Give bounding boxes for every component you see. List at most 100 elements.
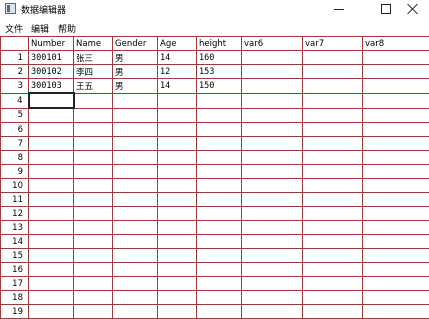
- cell-number[interactable]: [29, 249, 74, 263]
- cell-name[interactable]: [74, 263, 113, 277]
- cell-age[interactable]: [158, 151, 197, 165]
- cell-var7[interactable]: [303, 123, 363, 137]
- cell-name[interactable]: [74, 193, 113, 207]
- cell-gender[interactable]: 男: [113, 79, 158, 94]
- cell-gender[interactable]: [113, 108, 158, 123]
- cell-var8[interactable]: [363, 207, 429, 221]
- cell-var6[interactable]: [242, 151, 303, 165]
- column-header-var6[interactable]: var6: [242, 37, 303, 51]
- cell-age[interactable]: 14: [158, 79, 197, 94]
- cell-var6[interactable]: [242, 123, 303, 137]
- row-number[interactable]: 14: [1, 235, 29, 249]
- cell-var6[interactable]: [242, 207, 303, 221]
- cell-number[interactable]: [29, 165, 74, 179]
- cell-var7[interactable]: [303, 179, 363, 193]
- cell-var7[interactable]: [303, 65, 363, 79]
- row-number[interactable]: 12: [1, 207, 29, 221]
- cell-age[interactable]: 14: [158, 51, 197, 65]
- cell-gender[interactable]: [113, 123, 158, 137]
- cell-gender[interactable]: [113, 277, 158, 291]
- cell-number[interactable]: [29, 151, 74, 165]
- row-number[interactable]: 17: [1, 277, 29, 291]
- cell-var7[interactable]: [303, 108, 363, 123]
- cell-age[interactable]: [158, 207, 197, 221]
- cell-number[interactable]: [29, 291, 74, 305]
- selected-cell[interactable]: [29, 93, 74, 108]
- cell-height[interactable]: [197, 93, 242, 108]
- cell-name[interactable]: [74, 108, 113, 123]
- cell-var8[interactable]: [363, 221, 429, 235]
- cell-var7[interactable]: [303, 137, 363, 151]
- cell-age[interactable]: 12: [158, 65, 197, 79]
- cell-var8[interactable]: [363, 305, 429, 319]
- cell-number[interactable]: [29, 207, 74, 221]
- cell-gender[interactable]: [113, 249, 158, 263]
- cell-age[interactable]: [158, 93, 197, 108]
- cell-var7[interactable]: [303, 165, 363, 179]
- cell-height[interactable]: [197, 291, 242, 305]
- cell-height[interactable]: [197, 221, 242, 235]
- cell-name[interactable]: [74, 207, 113, 221]
- cell-gender[interactable]: 男: [113, 51, 158, 65]
- cell-var8[interactable]: [363, 193, 429, 207]
- cell-var6[interactable]: [242, 277, 303, 291]
- cell-var8[interactable]: [363, 249, 429, 263]
- cell-var8[interactable]: [363, 151, 429, 165]
- cell-var8[interactable]: [363, 51, 429, 65]
- cell-height[interactable]: [197, 207, 242, 221]
- cell-gender[interactable]: [113, 207, 158, 221]
- column-header-age[interactable]: Age: [158, 37, 197, 51]
- menu-file[interactable]: 文件: [5, 22, 23, 35]
- cell-var6[interactable]: [242, 65, 303, 79]
- row-number[interactable]: 10: [1, 179, 29, 193]
- row-number[interactable]: 1: [1, 51, 29, 65]
- cell-var7[interactable]: [303, 305, 363, 319]
- row-number[interactable]: 8: [1, 151, 29, 165]
- cell-number[interactable]: [29, 263, 74, 277]
- maximize-button[interactable]: [371, 0, 401, 19]
- cell-gender[interactable]: [113, 137, 158, 151]
- cell-height[interactable]: [197, 179, 242, 193]
- cell-name[interactable]: [74, 137, 113, 151]
- row-number[interactable]: 11: [1, 193, 29, 207]
- cell-var8[interactable]: [363, 93, 429, 108]
- cell-age[interactable]: [158, 179, 197, 193]
- cell-var7[interactable]: [303, 93, 363, 108]
- column-header-var8[interactable]: var8: [363, 37, 429, 51]
- cell-number[interactable]: 300102: [29, 65, 74, 79]
- cell-var8[interactable]: [363, 137, 429, 151]
- cell-age[interactable]: [158, 165, 197, 179]
- cell-var8[interactable]: [363, 179, 429, 193]
- cell-height[interactable]: [197, 193, 242, 207]
- cell-age[interactable]: [158, 291, 197, 305]
- cell-var7[interactable]: [303, 151, 363, 165]
- cell-var6[interactable]: [242, 108, 303, 123]
- cell-age[interactable]: [158, 108, 197, 123]
- row-number[interactable]: 19: [1, 305, 29, 319]
- cell-var7[interactable]: [303, 291, 363, 305]
- cell-height[interactable]: [197, 235, 242, 249]
- cell-gender[interactable]: [113, 291, 158, 305]
- cell-var6[interactable]: [242, 235, 303, 249]
- cell-var6[interactable]: [242, 263, 303, 277]
- cell-var8[interactable]: [363, 123, 429, 137]
- cell-height[interactable]: [197, 137, 242, 151]
- cell-height[interactable]: [197, 165, 242, 179]
- cell-number[interactable]: [29, 235, 74, 249]
- row-number[interactable]: 7: [1, 137, 29, 151]
- cell-number[interactable]: [29, 179, 74, 193]
- cell-name[interactable]: [74, 165, 113, 179]
- cell-age[interactable]: [158, 123, 197, 137]
- cell-var8[interactable]: [363, 79, 429, 94]
- menu-edit[interactable]: 编辑: [31, 22, 49, 35]
- cell-height[interactable]: [197, 249, 242, 263]
- cell-var6[interactable]: [242, 221, 303, 235]
- cell-name[interactable]: [74, 151, 113, 165]
- cell-number[interactable]: [29, 137, 74, 151]
- cell-number[interactable]: 300103: [29, 79, 74, 94]
- cell-name[interactable]: [74, 221, 113, 235]
- cell-name[interactable]: 王五: [74, 79, 113, 94]
- cell-var8[interactable]: [363, 235, 429, 249]
- cell-var6[interactable]: [242, 249, 303, 263]
- cell-height[interactable]: [197, 305, 242, 319]
